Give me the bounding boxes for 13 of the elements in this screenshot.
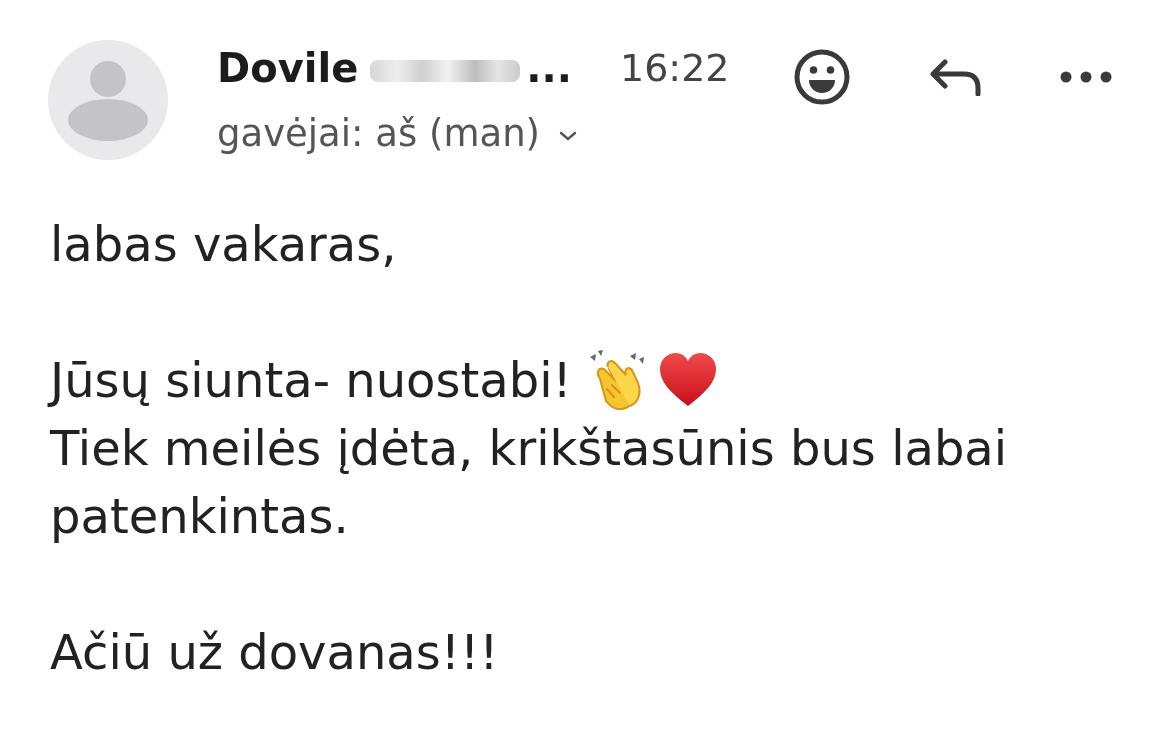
sender-name: Dovile bbox=[217, 44, 359, 93]
message-time: 16:22 bbox=[620, 45, 730, 92]
more-options-icon[interactable] bbox=[1060, 71, 1112, 83]
message-text: labas vakaras, bbox=[50, 215, 397, 274]
truncation-ellipsis: ... bbox=[526, 44, 572, 93]
message-text: Ačiū už dovanas!!! bbox=[50, 623, 499, 682]
chevron-down-icon bbox=[558, 130, 579, 142]
heart-icon bbox=[657, 352, 718, 408]
message-text: Tiek meilės įdėta, krikštasūnis bus labai patenkintas. bbox=[50, 419, 1009, 546]
reply-icon[interactable] bbox=[928, 58, 982, 96]
smiley-face-icon[interactable] bbox=[794, 49, 850, 105]
recipients-toggle[interactable]: gavėjai: aš (man) bbox=[217, 108, 579, 160]
avatar-silhouette-icon bbox=[48, 40, 168, 160]
